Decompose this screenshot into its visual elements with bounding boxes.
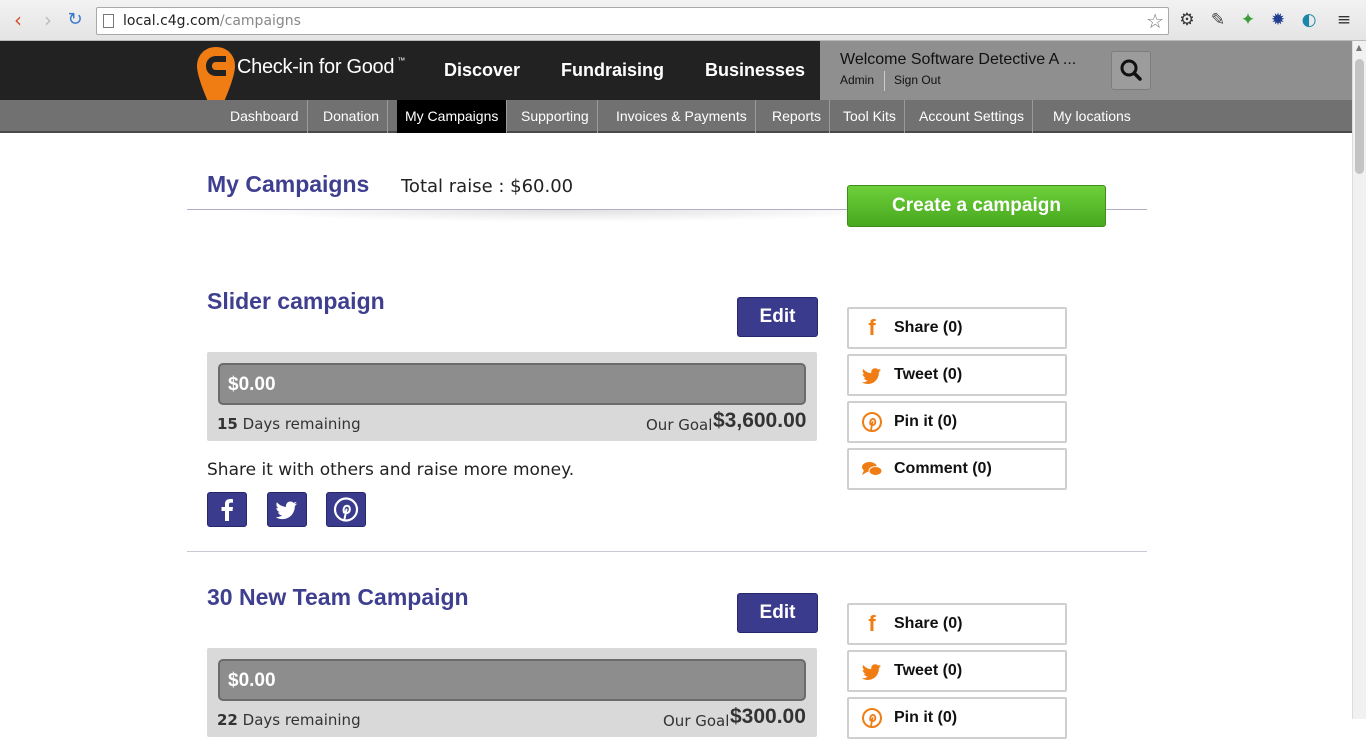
- search-button[interactable]: [1111, 51, 1151, 90]
- user-link-divider: [884, 71, 885, 91]
- pin-count-label: Pin it (0): [894, 413, 958, 430]
- pinterest-icon: [861, 706, 883, 730]
- subnav-invoices-payments[interactable]: Invoices & Payments: [608, 100, 756, 133]
- subnav-my-locations[interactable]: My locations: [1045, 100, 1139, 133]
- tweet-count-button[interactable]: Tweet (0): [847, 650, 1067, 692]
- subnav-tool-kits[interactable]: Tool Kits: [835, 100, 905, 133]
- goal-label: Our Goal: [663, 712, 730, 730]
- comment-icon: [861, 457, 883, 481]
- reload-icon[interactable]: ↻: [64, 9, 86, 31]
- facebook-icon: f: [868, 315, 876, 340]
- subnav-dashboard[interactable]: Dashboard: [222, 100, 308, 133]
- twitter-icon: [275, 501, 297, 520]
- progress-bar: [218, 659, 806, 701]
- forward-icon[interactable]: ›: [37, 9, 59, 31]
- subnav-reports[interactable]: Reports: [764, 100, 831, 133]
- edit-campaign-button[interactable]: Edit: [737, 297, 818, 337]
- twitter-icon: [861, 659, 883, 683]
- share-prompt: Share it with others and raise more mone…: [207, 460, 575, 480]
- goal-value: $300.00: [730, 705, 806, 728]
- total-raise: Total raise : $60.00: [401, 176, 574, 197]
- signout-link[interactable]: Sign Out: [894, 73, 941, 87]
- welcome-text: Welcome Software Detective A ...: [840, 51, 1077, 68]
- pin-count-button[interactable]: Pin it (0): [847, 697, 1067, 739]
- subnav-donation[interactable]: Donation: [315, 100, 389, 133]
- edit-campaign-button[interactable]: Edit: [737, 593, 818, 633]
- subnav-my-campaigns[interactable]: My Campaigns: [397, 100, 508, 133]
- tweet-count-label: Tweet (0): [894, 662, 963, 679]
- nav-discover[interactable]: Discover: [444, 60, 520, 81]
- address-bar[interactable]: local.c4g.com/campaigns ☆: [96, 7, 1169, 35]
- facebook-icon: [221, 499, 233, 521]
- create-campaign-button[interactable]: Create a campaign: [847, 185, 1106, 227]
- share-count-label: Share (0): [894, 319, 963, 336]
- nav-fundraising[interactable]: Fundraising: [561, 60, 664, 81]
- subnav-account-settings[interactable]: Account Settings: [911, 100, 1034, 133]
- comment-count-label: Comment (0): [894, 460, 992, 477]
- days-remaining: 22 Days remaining: [217, 711, 361, 729]
- title-shadow: [220, 210, 920, 222]
- goal-label: Our Goal: [646, 416, 713, 434]
- page-title: My Campaigns: [207, 171, 370, 197]
- extension-teal-icon[interactable]: ◐: [1299, 10, 1319, 30]
- pin-count-label: Pin it (0): [894, 709, 958, 726]
- campaign-title[interactable]: Slider campaign: [207, 288, 385, 315]
- nav-businesses[interactable]: Businesses: [705, 60, 805, 81]
- share-count-button[interactable]: f Share (0): [847, 603, 1067, 645]
- eyedropper-icon[interactable]: ✎: [1208, 10, 1228, 30]
- page-icon: [103, 14, 114, 28]
- scrollbar-thumb[interactable]: [1355, 59, 1364, 174]
- url-text: local.c4g.com/campaigns: [123, 13, 301, 29]
- pinterest-icon: [861, 410, 883, 434]
- comment-count-button[interactable]: Comment (0): [847, 448, 1067, 490]
- twitter-icon: [861, 363, 883, 387]
- scroll-up-icon[interactable]: ▲: [1353, 43, 1365, 55]
- pinterest-share-button[interactable]: [326, 492, 366, 527]
- goal-value: $3,600.00: [713, 409, 807, 432]
- share-count-button[interactable]: f Share (0): [847, 307, 1067, 349]
- facebook-share-button[interactable]: [207, 492, 247, 527]
- bookmark-star-icon[interactable]: ☆: [1146, 9, 1164, 33]
- extension-green-icon[interactable]: ✦: [1238, 10, 1258, 30]
- subnav-supporting[interactable]: Supporting: [513, 100, 598, 133]
- pin-count-button[interactable]: Pin it (0): [847, 401, 1067, 443]
- pinterest-icon: [333, 497, 359, 522]
- raised-amount: $0.00: [228, 374, 276, 395]
- days-remaining: 15 Days remaining: [217, 415, 361, 433]
- share-count-label: Share (0): [894, 615, 963, 632]
- facebook-icon: f: [868, 611, 876, 636]
- campaign-divider: [187, 551, 1147, 552]
- menu-icon[interactable]: ≡: [1334, 10, 1354, 30]
- extension-blue-icon[interactable]: ✹: [1268, 10, 1288, 30]
- tweet-count-label: Tweet (0): [894, 366, 963, 383]
- raised-amount: $0.00: [228, 670, 276, 691]
- tweet-count-button[interactable]: Tweet (0): [847, 354, 1067, 396]
- user-area: [820, 41, 1352, 100]
- admin-link[interactable]: Admin: [840, 73, 874, 87]
- back-icon[interactable]: ‹: [7, 9, 29, 31]
- site-brand[interactable]: Check-in for Good ™: [237, 56, 405, 79]
- progress-bar: [218, 363, 806, 405]
- search-icon: [1120, 59, 1142, 81]
- campaign-title[interactable]: 30 New Team Campaign: [207, 584, 469, 611]
- twitter-share-button[interactable]: [267, 492, 307, 527]
- gear-icon[interactable]: ⚙: [1177, 10, 1197, 30]
